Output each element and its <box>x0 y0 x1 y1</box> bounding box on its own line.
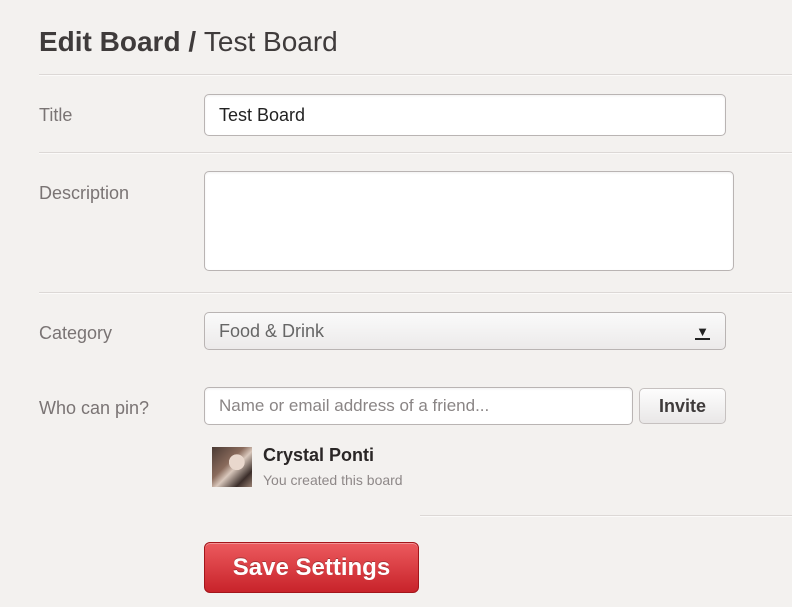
title-label: Title <box>39 105 73 125</box>
divider <box>39 292 792 294</box>
invite-friend-input[interactable] <box>204 387 633 425</box>
title-input[interactable] <box>204 94 726 136</box>
description-textarea[interactable] <box>204 171 734 271</box>
category-select[interactable]: Food & Drink ▼ <box>204 312 726 350</box>
divider <box>420 515 792 517</box>
header-separator: / <box>180 26 204 57</box>
page-header: Edit Board / Test Board <box>39 26 338 58</box>
collaborator-note: You created this board <box>263 472 403 488</box>
triangle-down-icon: ▼ <box>695 314 710 350</box>
header-board-name: Test Board <box>203 26 338 57</box>
invite-button[interactable]: Invite <box>639 388 726 424</box>
description-label: Description <box>39 183 130 203</box>
category-selected-value: Food & Drink <box>219 321 325 341</box>
divider <box>39 74 792 76</box>
collaborator-name: Crystal Ponti <box>263 445 375 465</box>
save-settings-button[interactable]: Save Settings <box>204 542 419 593</box>
who-can-pin-label: Who can pin? <box>39 398 150 418</box>
header-section: Edit Board <box>39 26 181 57</box>
divider <box>39 152 792 154</box>
avatar <box>212 447 252 487</box>
category-label: Category <box>39 323 113 343</box>
